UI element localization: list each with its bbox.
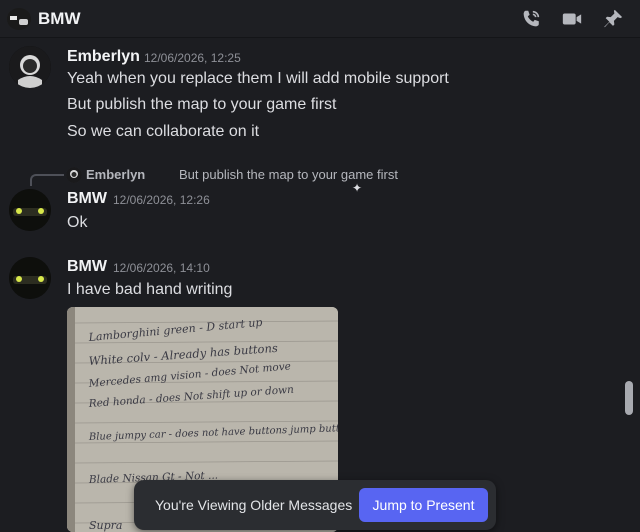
user-avatar[interactable] bbox=[9, 257, 51, 299]
message-list: Emberlyn 12/06/2026, 12:25 Yeah when you… bbox=[0, 38, 622, 532]
user-avatar[interactable] bbox=[9, 46, 51, 88]
jump-to-present-button[interactable]: Jump to Present bbox=[359, 488, 488, 522]
channel-header: BMW bbox=[0, 0, 640, 38]
message-timestamp: 12/06/2026, 12:26 bbox=[113, 193, 210, 207]
message-text: Yeah when you replace them I will add mo… bbox=[67, 70, 449, 87]
message-author[interactable]: BMW bbox=[67, 190, 107, 208]
reply-avatar bbox=[66, 167, 82, 183]
older-messages-bar: You're Viewing Older Messages Jump to Pr… bbox=[134, 480, 496, 530]
scrollbar-track[interactable] bbox=[627, 40, 637, 530]
cursor-icon: ✦ bbox=[352, 181, 363, 195]
pin-icon[interactable] bbox=[602, 8, 624, 30]
handwriting-line: Supra bbox=[89, 519, 122, 532]
video-icon[interactable] bbox=[561, 8, 583, 30]
reply-connector bbox=[30, 174, 64, 186]
older-messages-label: You're Viewing Older Messages bbox=[155, 497, 353, 513]
message-timestamp: 12/06/2026, 12:25 bbox=[144, 51, 241, 65]
reply-preview[interactable]: But publish the map to your game first bbox=[179, 167, 398, 182]
user-avatar[interactable] bbox=[9, 189, 51, 231]
channel-avatar bbox=[7, 8, 31, 30]
message-timestamp: 12/06/2026, 14:10 bbox=[113, 261, 210, 275]
message-text: I have bad hand writing bbox=[67, 281, 233, 298]
call-icon[interactable] bbox=[520, 8, 542, 30]
message-text: But publish the map to your game first bbox=[67, 96, 337, 113]
message-text: So we can collaborate on it bbox=[67, 123, 260, 140]
message-text: Ok bbox=[67, 214, 88, 231]
channel-title: BMW bbox=[38, 9, 81, 28]
message-author[interactable]: Emberlyn bbox=[67, 48, 140, 66]
reply-author[interactable]: Emberlyn bbox=[86, 167, 145, 182]
message-author[interactable]: BMW bbox=[67, 258, 107, 276]
scrollbar-thumb[interactable] bbox=[625, 381, 633, 415]
